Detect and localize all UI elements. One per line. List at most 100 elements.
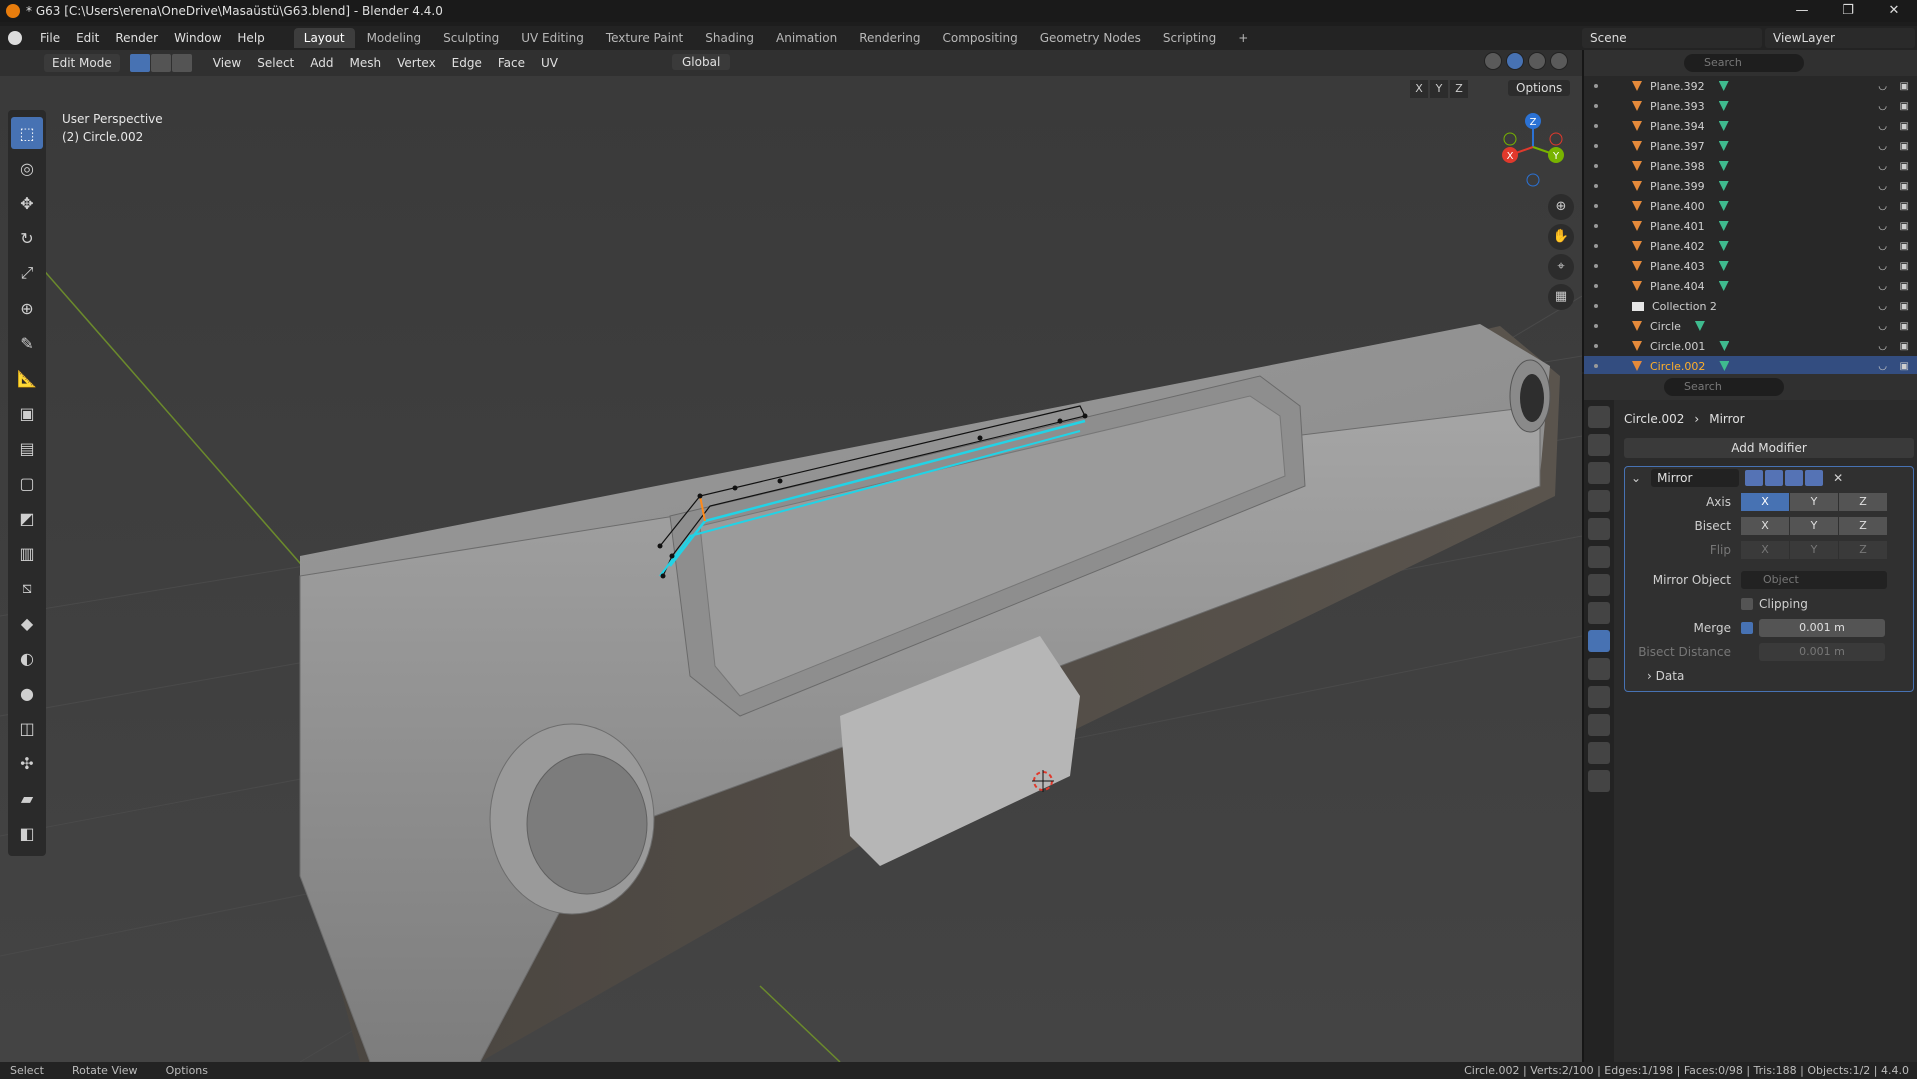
outliner-row[interactable]: Plane.398 ◡ ▣ bbox=[1584, 156, 1917, 176]
knife-icon[interactable]: ⧅ bbox=[11, 572, 43, 604]
physics-tab-icon[interactable] bbox=[1588, 686, 1610, 708]
solid-shading-icon[interactable] bbox=[1506, 52, 1524, 70]
camera-view-icon[interactable]: ⌖ bbox=[1548, 254, 1574, 280]
tab-compositing[interactable]: Compositing bbox=[932, 28, 1027, 48]
mode-selector[interactable]: Edit Mode bbox=[44, 54, 120, 72]
mirror-object-field[interactable]: Object bbox=[1741, 571, 1887, 589]
menu-face[interactable]: Face bbox=[490, 56, 533, 70]
outliner-row[interactable]: Circle.002 ◡ ▣ bbox=[1584, 356, 1917, 376]
eye-icon[interactable]: ◡ bbox=[1878, 201, 1887, 212]
camera-icon[interactable]: ▣ bbox=[1900, 261, 1909, 272]
outliner-row[interactable]: Plane.397 ◡ ▣ bbox=[1584, 136, 1917, 156]
view-layer-tab-icon[interactable] bbox=[1588, 490, 1610, 512]
menu-render[interactable]: Render bbox=[107, 26, 166, 50]
rotate-icon[interactable]: ↻ bbox=[11, 222, 43, 254]
scene-tab-icon[interactable] bbox=[1588, 518, 1610, 540]
mirror-x-toggle[interactable]: X bbox=[1410, 80, 1428, 98]
ortho-grid-icon[interactable]: ▦ bbox=[1548, 284, 1574, 310]
camera-icon[interactable]: ▣ bbox=[1900, 181, 1909, 192]
camera-icon[interactable]: ▣ bbox=[1900, 141, 1909, 152]
edge-select-icon[interactable] bbox=[150, 54, 171, 72]
edge-slide-icon[interactable]: ◫ bbox=[11, 712, 43, 744]
3d-viewport[interactable]: Z X Y User Perspective (2) Circle.002 ⬚ … bbox=[0, 76, 1582, 1062]
menu-view[interactable]: View bbox=[205, 56, 249, 70]
menu-vertex[interactable]: Vertex bbox=[389, 56, 444, 70]
bisect-y-toggle[interactable]: Y bbox=[1790, 517, 1838, 535]
remove-modifier-icon[interactable]: ✕ bbox=[1833, 471, 1843, 485]
menu-edit[interactable]: Edit bbox=[68, 26, 107, 50]
camera-icon[interactable]: ▣ bbox=[1900, 341, 1909, 352]
material-tab-icon[interactable] bbox=[1588, 770, 1610, 792]
edit-mode-toggle-icon[interactable] bbox=[1745, 470, 1764, 486]
flip-z-toggle[interactable]: Z bbox=[1839, 541, 1887, 559]
merge-distance-field[interactable]: 0.001 m bbox=[1759, 619, 1885, 637]
outliner-search-input[interactable]: Search bbox=[1684, 54, 1804, 72]
modifier-wrench-icon[interactable] bbox=[1588, 630, 1610, 652]
merge-checkbox[interactable] bbox=[1741, 622, 1753, 634]
mesh-data-tab-icon[interactable] bbox=[1588, 742, 1610, 764]
eye-icon[interactable]: ◡ bbox=[1878, 101, 1887, 112]
render-toggle-icon[interactable] bbox=[1805, 470, 1824, 486]
outliner-row[interactable]: Circle.001 ◡ ▣ bbox=[1584, 336, 1917, 356]
face-select-icon[interactable] bbox=[171, 54, 192, 72]
blender-menu-icon[interactable] bbox=[8, 31, 22, 45]
bisect-x-toggle[interactable]: X bbox=[1741, 517, 1789, 535]
tab-scripting[interactable]: Scripting bbox=[1153, 28, 1226, 48]
render-tab-icon[interactable] bbox=[1588, 434, 1610, 456]
camera-icon[interactable]: ▣ bbox=[1900, 321, 1909, 332]
outliner-row[interactable]: Plane.402 ◡ ▣ bbox=[1584, 236, 1917, 256]
camera-icon[interactable]: ▣ bbox=[1900, 81, 1909, 92]
camera-icon[interactable]: ▣ bbox=[1900, 281, 1909, 292]
close-button[interactable]: ✕ bbox=[1871, 0, 1917, 22]
tool-tab-icon[interactable] bbox=[1588, 406, 1610, 428]
add-modifier-button[interactable]: Add Modifier bbox=[1624, 438, 1914, 458]
menu-file[interactable]: File bbox=[32, 26, 68, 50]
eye-icon[interactable]: ◡ bbox=[1878, 161, 1887, 172]
menu-add[interactable]: Add bbox=[302, 56, 341, 70]
minimize-button[interactable]: — bbox=[1779, 0, 1825, 22]
camera-icon[interactable]: ▣ bbox=[1900, 301, 1909, 312]
outliner-row[interactable]: Collection 2 ◡ ▣ bbox=[1584, 296, 1917, 316]
axis-z-toggle[interactable]: Z bbox=[1839, 493, 1887, 511]
tab-layout[interactable]: Layout bbox=[293, 28, 355, 48]
viewport-toggle-icon[interactable] bbox=[1785, 470, 1804, 486]
menu-select[interactable]: Select bbox=[249, 56, 302, 70]
mirror-z-toggle[interactable]: Z bbox=[1450, 80, 1468, 98]
tab-rendering[interactable]: Rendering bbox=[849, 28, 930, 48]
axis-y-toggle[interactable]: Y bbox=[1790, 493, 1838, 511]
cursor-icon[interactable]: ◎ bbox=[11, 152, 43, 184]
smooth-icon[interactable]: ● bbox=[11, 677, 43, 709]
transform-icon[interactable]: ⊕ bbox=[11, 292, 43, 324]
tab-texture-paint[interactable]: Texture Paint bbox=[596, 28, 693, 48]
annotate-icon[interactable]: ✎ bbox=[11, 327, 43, 359]
camera-icon[interactable]: ▣ bbox=[1900, 161, 1909, 172]
inset-icon[interactable]: ▢ bbox=[11, 467, 43, 499]
eye-icon[interactable]: ◡ bbox=[1878, 121, 1887, 132]
particles-tab-icon[interactable] bbox=[1588, 658, 1610, 680]
select-box-icon[interactable]: ⬚ bbox=[11, 117, 43, 149]
eye-icon[interactable]: ◡ bbox=[1878, 221, 1887, 232]
scene-selector[interactable]: Scene bbox=[1582, 28, 1762, 48]
outliner-row[interactable]: Plane.393 ◡ ▣ bbox=[1584, 96, 1917, 116]
add-workspace-icon[interactable]: + bbox=[1228, 28, 1258, 48]
tab-shading[interactable]: Shading bbox=[695, 28, 764, 48]
tab-sculpting[interactable]: Sculpting bbox=[433, 28, 509, 48]
menu-mesh[interactable]: Mesh bbox=[342, 56, 390, 70]
collection-tab-icon[interactable] bbox=[1588, 574, 1610, 596]
on-cage-toggle-icon[interactable] bbox=[1765, 470, 1784, 486]
eye-icon[interactable]: ◡ bbox=[1878, 281, 1887, 292]
outliner-row[interactable]: Plane.403 ◡ ▣ bbox=[1584, 256, 1917, 276]
data-subpanel-toggle[interactable]: › Data bbox=[1647, 669, 1913, 683]
menu-uv[interactable]: UV bbox=[533, 56, 566, 70]
eye-icon[interactable]: ◡ bbox=[1878, 181, 1887, 192]
flip-x-toggle[interactable]: X bbox=[1741, 541, 1789, 559]
outliner-row[interactable]: Plane.404 ◡ ▣ bbox=[1584, 276, 1917, 296]
bisect-z-toggle[interactable]: Z bbox=[1839, 517, 1887, 535]
rip-icon[interactable]: ◧ bbox=[11, 817, 43, 849]
rendered-shading-icon[interactable] bbox=[1550, 52, 1568, 70]
eye-icon[interactable]: ◡ bbox=[1878, 141, 1887, 152]
tab-animation[interactable]: Animation bbox=[766, 28, 847, 48]
maximize-button[interactable]: ❐ bbox=[1825, 0, 1871, 22]
outliner-row[interactable]: Circle ◡ ▣ bbox=[1584, 316, 1917, 336]
camera-icon[interactable]: ▣ bbox=[1900, 201, 1909, 212]
